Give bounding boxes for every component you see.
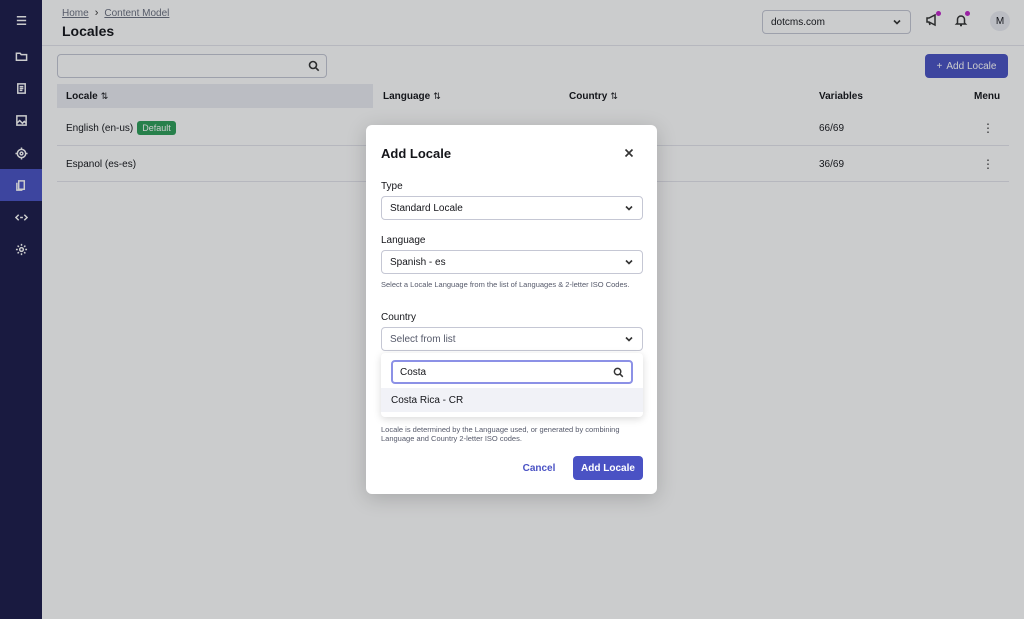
close-button[interactable] <box>623 146 635 158</box>
country-select-placeholder: Select from list <box>390 333 456 345</box>
country-filter-value: Costa <box>400 366 427 378</box>
country-select[interactable]: Select from list <box>381 327 643 351</box>
dialog-title: Add Locale <box>381 146 452 161</box>
locale-help-text: Locale is determined by the Language use… <box>381 425 620 443</box>
country-option[interactable]: Costa Rica - CR <box>381 388 643 412</box>
chevron-down-icon <box>625 259 633 265</box>
submit-add-locale-button[interactable]: Add Locale <box>573 456 643 480</box>
type-select[interactable]: Standard Locale <box>381 196 643 220</box>
language-label: Language <box>381 235 426 246</box>
chevron-down-icon <box>625 205 633 211</box>
chevron-down-icon <box>625 336 633 342</box>
language-select-value: Spanish - es <box>390 256 446 268</box>
type-label: Type <box>381 181 403 192</box>
country-filter-input[interactable]: Costa <box>391 360 633 384</box>
add-locale-dialog: Add Locale Type Standard Locale Language… <box>366 125 657 494</box>
language-help-text: Select a Locale Language from the list o… <box>381 280 630 289</box>
country-label: Country <box>381 312 417 323</box>
cancel-button[interactable]: Cancel <box>516 456 562 480</box>
app: Home › Content Model Locales dotcms.com … <box>0 0 1024 619</box>
language-select[interactable]: Spanish - es <box>381 250 643 274</box>
close-icon <box>624 148 634 158</box>
country-dropdown-panel: Costa Costa Rica - CR <box>381 353 643 417</box>
search-icon <box>613 367 624 377</box>
type-select-value: Standard Locale <box>390 202 463 214</box>
